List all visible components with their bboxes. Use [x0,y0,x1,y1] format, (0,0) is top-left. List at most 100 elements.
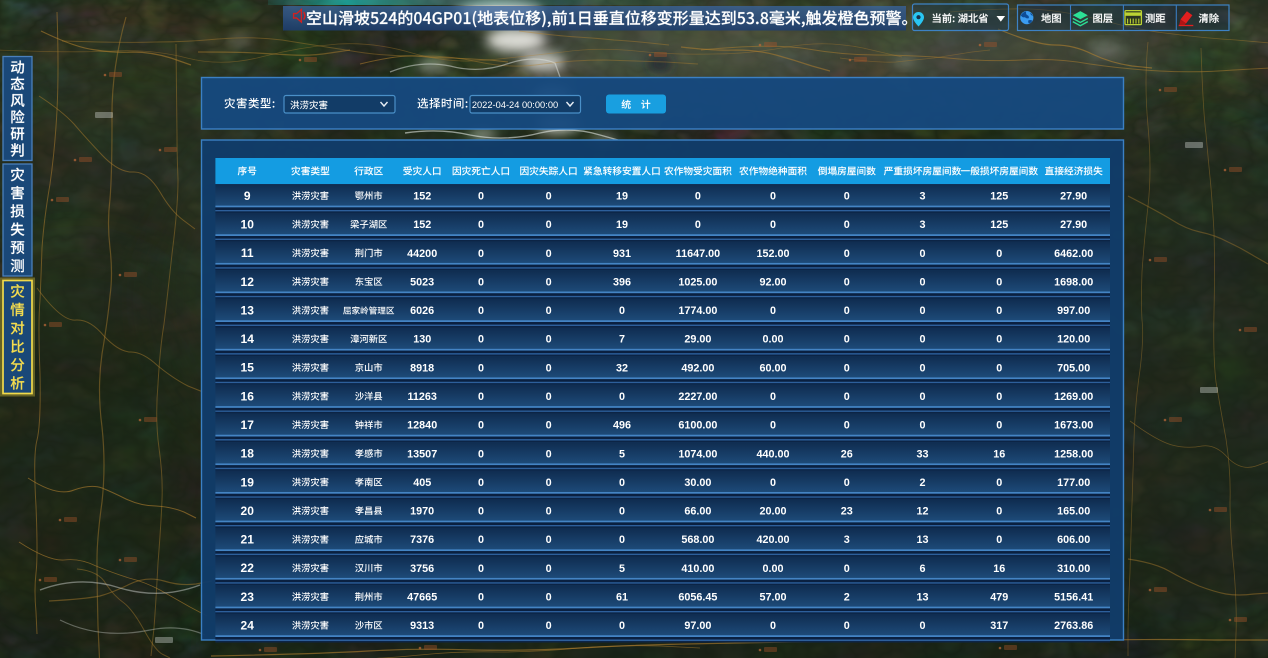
svg-text:16: 16 [993,563,1005,575]
svg-text:0: 0 [478,391,484,403]
svg-text:0: 0 [546,506,552,518]
svg-text:152.00: 152.00 [756,248,789,260]
svg-text:479: 479 [990,592,1008,604]
svg-text:0: 0 [996,391,1002,403]
svg-text:0: 0 [546,334,552,346]
svg-text:60.00: 60.00 [759,362,786,374]
svg-text:20.00: 20.00 [759,506,786,518]
svg-text:0: 0 [770,219,776,231]
svg-text:0: 0 [546,391,552,403]
svg-text:0: 0 [478,305,484,317]
svg-text:2022-04-24 00:00:00: 2022-04-24 00:00:00 [472,100,558,110]
svg-text:0: 0 [919,305,925,317]
svg-text:19: 19 [616,219,628,231]
svg-text:0: 0 [546,248,552,260]
svg-text:11: 11 [241,246,254,260]
svg-text:5023: 5023 [410,276,434,288]
svg-text:0: 0 [770,391,776,403]
svg-text:12: 12 [241,275,255,289]
svg-text:97.00: 97.00 [684,620,711,632]
svg-text:0: 0 [844,362,850,374]
svg-text:0: 0 [996,477,1002,489]
svg-text:152: 152 [413,219,431,231]
svg-text:22: 22 [241,561,255,575]
svg-text:5: 5 [619,563,625,575]
svg-text:6462.00: 6462.00 [1054,248,1093,260]
svg-text:0: 0 [478,477,484,489]
svg-text:0: 0 [844,420,850,432]
svg-text:0: 0 [546,276,552,288]
svg-text:0: 0 [546,563,552,575]
svg-text:0: 0 [844,305,850,317]
svg-text:6100.00: 6100.00 [678,420,717,432]
svg-text:0: 0 [919,362,925,374]
svg-text:440.00: 440.00 [756,448,789,460]
svg-text:1673.00: 1673.00 [1054,420,1093,432]
svg-text:152: 152 [413,191,431,203]
svg-text:0: 0 [619,305,625,317]
svg-text:120.00: 120.00 [1057,334,1090,346]
svg-text:12840: 12840 [407,420,437,432]
svg-text:1025.00: 1025.00 [678,276,717,288]
svg-text:17: 17 [241,418,255,432]
svg-text:0: 0 [996,334,1002,346]
svg-text:0: 0 [478,276,484,288]
svg-text:18: 18 [241,447,255,461]
svg-text:0: 0 [919,620,925,632]
svg-text:29.00: 29.00 [684,334,711,346]
svg-text:14: 14 [241,332,255,346]
svg-text:0: 0 [478,362,484,374]
svg-text:0: 0 [478,563,484,575]
svg-text:0: 0 [844,248,850,260]
svg-text:0: 0 [546,191,552,203]
svg-text:0: 0 [619,534,625,546]
svg-text:0: 0 [546,592,552,604]
svg-text:568.00: 568.00 [681,534,714,546]
svg-text:0: 0 [546,448,552,460]
svg-text:0: 0 [919,420,925,432]
svg-text:32: 32 [616,362,628,374]
svg-text:1774.00: 1774.00 [678,305,717,317]
svg-text:13: 13 [241,304,255,318]
svg-text:0: 0 [478,248,484,260]
svg-text:2763.86: 2763.86 [1054,620,1093,632]
svg-text:997.00: 997.00 [1057,305,1090,317]
svg-text:496: 496 [613,420,631,432]
svg-text:2: 2 [844,592,850,604]
svg-text:27.90: 27.90 [1060,191,1087,203]
svg-text:396: 396 [613,276,631,288]
svg-text:0: 0 [919,248,925,260]
svg-text:2227.00: 2227.00 [678,391,717,403]
svg-text:33: 33 [916,448,928,460]
svg-text:0: 0 [546,305,552,317]
svg-text:0: 0 [844,219,850,231]
svg-text:0: 0 [844,620,850,632]
svg-text:16: 16 [241,389,255,403]
svg-text:0: 0 [844,563,850,575]
svg-text:0: 0 [478,334,484,346]
svg-text:0: 0 [770,305,776,317]
svg-text:11263: 11263 [407,391,436,403]
svg-text:8918: 8918 [410,362,434,374]
svg-text:66.00: 66.00 [684,506,711,518]
svg-text:0: 0 [844,334,850,346]
svg-text:3: 3 [844,534,850,546]
svg-text:6056.45: 6056.45 [678,592,717,604]
svg-text:1074.00: 1074.00 [678,448,717,460]
svg-text:92.00: 92.00 [759,276,786,288]
svg-text:47665: 47665 [407,592,437,604]
svg-text:3756: 3756 [410,563,434,575]
svg-text:0: 0 [996,305,1002,317]
svg-text:0: 0 [619,620,625,632]
svg-text:0: 0 [478,448,484,460]
svg-text:57.00: 57.00 [759,592,786,604]
svg-text:0: 0 [478,191,484,203]
svg-text:1970: 1970 [410,506,434,518]
svg-text:16: 16 [993,448,1005,460]
svg-text:125: 125 [990,219,1008,231]
svg-text:6: 6 [919,563,925,575]
svg-text:125: 125 [990,191,1008,203]
svg-text:21: 21 [241,533,255,547]
svg-text:0: 0 [996,534,1002,546]
svg-text:13: 13 [916,534,928,546]
